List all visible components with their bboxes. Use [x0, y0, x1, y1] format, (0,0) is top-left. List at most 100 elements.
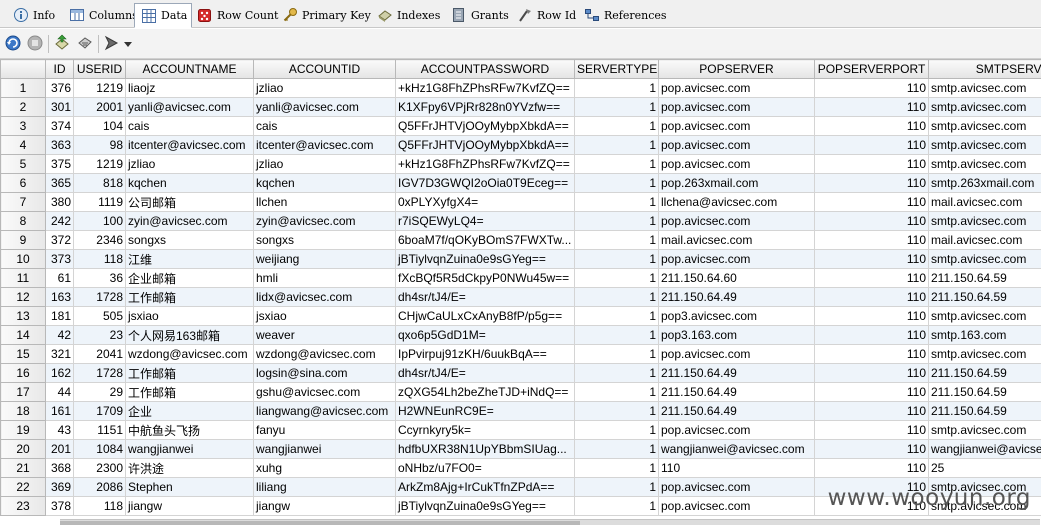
table-cell[interactable]: mail.avicsec.com: [928, 230, 1041, 250]
table-cell[interactable]: 1219: [73, 78, 126, 98]
table-cell[interactable]: 365: [45, 173, 74, 193]
table-cell[interactable]: 110: [814, 382, 929, 402]
table-cell[interactable]: yanli@avicsec.com: [125, 97, 254, 117]
row-number-cell[interactable]: 15: [0, 344, 46, 364]
table-cell[interactable]: 211.150.64.49: [658, 401, 815, 421]
table-cell[interactable]: itcenter@avicsec.com: [125, 135, 254, 155]
table-cell[interactable]: jiangw: [253, 496, 396, 516]
table-cell[interactable]: 1: [574, 192, 659, 212]
table-cell[interactable]: 1084: [73, 439, 126, 459]
table-cell[interactable]: 110: [814, 458, 929, 478]
table-cell[interactable]: songxs: [253, 230, 396, 250]
row-number-cell[interactable]: 7: [0, 192, 46, 212]
table-row[interactable]: 18 161 1709 企业 liangwang@avicsec.com H2WNEunR…: [0, 401, 1041, 421]
table-cell[interactable]: 242: [45, 211, 74, 231]
table-cell[interactable]: 1: [574, 135, 659, 155]
stop-button[interactable]: [25, 34, 45, 54]
table-cell[interactable]: 110: [814, 230, 929, 250]
table-cell[interactable]: 25: [928, 458, 1041, 478]
filter-dropdown-button[interactable]: [122, 34, 134, 54]
table-cell[interactable]: pop3.163.com: [658, 325, 815, 345]
table-cell[interactable]: weijiang: [253, 249, 396, 269]
table-cell[interactable]: 110: [814, 401, 929, 421]
table-cell[interactable]: dh4sr/tJ4/E=: [395, 287, 575, 307]
table-cell[interactable]: 43: [45, 420, 74, 440]
table-cell[interactable]: xuhg: [253, 458, 396, 478]
table-cell[interactable]: wangjianwei: [125, 439, 254, 459]
row-number-cell[interactable]: 1: [0, 78, 46, 98]
table-row[interactable]: 15 321 2041 wzdong@avicsec.com wzdong@avicse…: [0, 344, 1041, 364]
table-cell[interactable]: 1728: [73, 287, 126, 307]
table-cell[interactable]: pop.avicsec.com: [658, 344, 815, 364]
table-cell[interactable]: wzdong@avicsec.com: [253, 344, 396, 364]
table-cell[interactable]: fXcBQf5R5dCkpyP0NWu45w==: [395, 268, 575, 288]
table-cell[interactable]: 企业: [125, 401, 254, 421]
table-cell[interactable]: 个人网易163邮箱: [125, 325, 254, 345]
table-cell[interactable]: smtp.avicsec.com: [928, 211, 1041, 231]
table-cell[interactable]: smtp.avicsec.com: [928, 420, 1041, 440]
table-cell[interactable]: pop.avicsec.com: [658, 135, 815, 155]
table-cell[interactable]: 378: [45, 496, 74, 516]
table-cell[interactable]: 许洪途: [125, 458, 254, 478]
table-cell[interactable]: 1: [574, 496, 659, 516]
table-cell[interactable]: mail.avicsec.com: [928, 192, 1041, 212]
row-number-cell[interactable]: 16: [0, 363, 46, 383]
horizontal-scrollbar[interactable]: [60, 519, 1040, 525]
table-cell[interactable]: jzliao: [253, 78, 396, 98]
table-cell[interactable]: 1: [574, 173, 659, 193]
table-cell[interactable]: 162: [45, 363, 74, 383]
row-number-cell[interactable]: 14: [0, 325, 46, 345]
scrollbar-thumb[interactable]: [60, 521, 580, 525]
table-row[interactable]: 16 162 1728 工作邮箱 logsin@sina.com dh4sr/tJ4/E=…: [0, 363, 1041, 383]
table-cell[interactable]: pop.avicsec.com: [658, 78, 815, 98]
table-cell[interactable]: hdfbUXR38N1UpYBbmSIUag...: [395, 439, 575, 459]
row-number-cell[interactable]: 13: [0, 306, 46, 326]
table-cell[interactable]: 110: [814, 211, 929, 231]
table-cell[interactable]: 368: [45, 458, 74, 478]
table-cell[interactable]: pop.avicsec.com: [658, 420, 815, 440]
table-cell[interactable]: smtp.avicsec.com: [928, 135, 1041, 155]
table-cell[interactable]: 江维: [125, 249, 254, 269]
table-cell[interactable]: 118: [73, 496, 126, 516]
table-cell[interactable]: 0xPLYXyfgX4=: [395, 192, 575, 212]
table-cell[interactable]: oNHbz/u7FO0=: [395, 458, 575, 478]
table-cell[interactable]: 1: [574, 154, 659, 174]
row-number-cell[interactable]: 5: [0, 154, 46, 174]
table-cell[interactable]: 211.150.64.49: [658, 382, 815, 402]
table-cell[interactable]: songxs: [125, 230, 254, 250]
table-cell[interactable]: 363: [45, 135, 74, 155]
table-cell[interactable]: pop.avicsec.com: [658, 211, 815, 231]
table-cell[interactable]: 2300: [73, 458, 126, 478]
table-cell[interactable]: 1: [574, 458, 659, 478]
table-cell[interactable]: 372: [45, 230, 74, 250]
table-cell[interactable]: weaver: [253, 325, 396, 345]
table-cell[interactable]: wangjianwei: [253, 439, 396, 459]
table-cell[interactable]: smtp.avicsec.com: [928, 306, 1041, 326]
row-number-cell[interactable]: 18: [0, 401, 46, 421]
table-cell[interactable]: K1XFpy6VPjRr828n0YVzfw==: [395, 97, 575, 117]
table-cell[interactable]: ArkZm8Ajg+IrCukTfnZPdA==: [395, 477, 575, 497]
table-cell[interactable]: 1: [574, 249, 659, 269]
table-cell[interactable]: jzliao: [253, 154, 396, 174]
table-cell[interactable]: 1728: [73, 363, 126, 383]
row-number-header[interactable]: [0, 59, 46, 79]
table-cell[interactable]: IGV7D3GWQI2oOia0T9Eceg==: [395, 173, 575, 193]
table-cell[interactable]: +kHz1G8FhZPhsRFw7KvfZQ==: [395, 154, 575, 174]
table-cell[interactable]: 1219: [73, 154, 126, 174]
table-cell[interactable]: smtp.avicsec.com: [928, 97, 1041, 117]
table-cell[interactable]: jzliao: [125, 154, 254, 174]
table-cell[interactable]: +kHz1G8FhZPhsRFw7KvfZQ==: [395, 78, 575, 98]
table-cell[interactable]: 211.150.64.60: [658, 268, 815, 288]
table-cell[interactable]: CHjwCaULxCxAnyB8fP/p5g==: [395, 306, 575, 326]
table-cell[interactable]: 工作邮箱: [125, 382, 254, 402]
tab-row-id[interactable]: Row Id: [510, 3, 581, 27]
table-row[interactable]: 4 363 98 itcenter@avicsec.com itcenter@avics…: [0, 135, 1041, 155]
table-row[interactable]: 19 43 1151 中航鱼头飞扬 fanyu Ccyrnkyry5k= 1 pop.avic…: [0, 420, 1041, 440]
table-cell[interactable]: 1119: [73, 192, 126, 212]
row-number-cell[interactable]: 11: [0, 268, 46, 288]
table-cell[interactable]: 110: [814, 154, 929, 174]
table-cell[interactable]: logsin@sina.com: [253, 363, 396, 383]
table-cell[interactable]: mail.avicsec.com: [658, 230, 815, 250]
table-row[interactable]: 1 376 1219 liaojz jzliao +kHz1G8FhZPhsRFw7Kvf…: [0, 78, 1041, 98]
table-cell[interactable]: liaojz: [125, 78, 254, 98]
